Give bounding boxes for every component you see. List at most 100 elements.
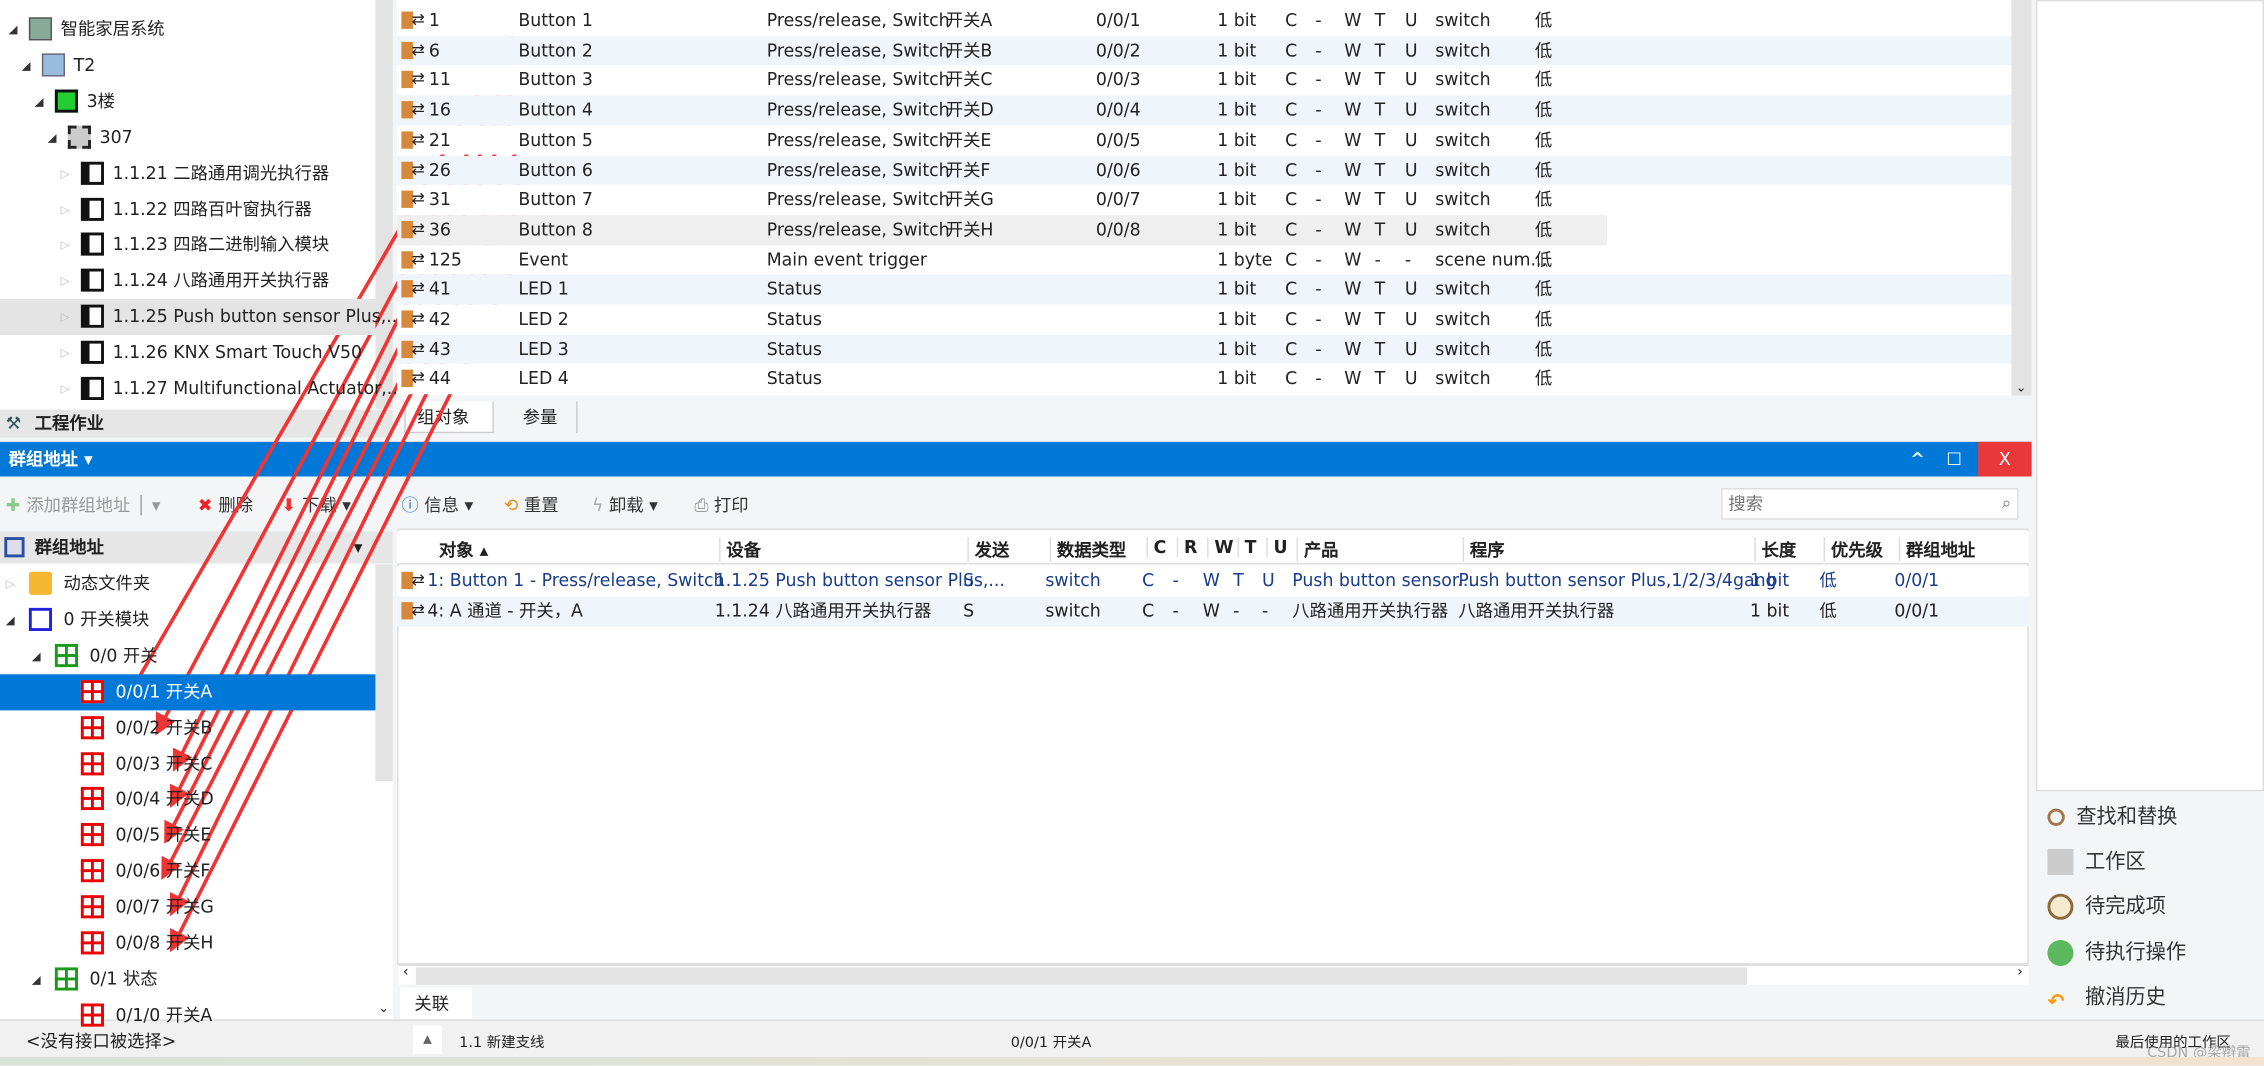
group-item[interactable]: 0/0/4 开关D <box>0 782 375 818</box>
object-cell: 6 <box>428 39 440 61</box>
column-header[interactable]: T <box>1237 537 1256 558</box>
object-cell: 36 <box>428 219 451 240</box>
object-cell: - <box>1315 39 1322 61</box>
object-cell: Main event trigger <box>766 249 927 270</box>
column-header[interactable]: 优先级 <box>1823 537 1883 562</box>
object-cell: - <box>1315 368 1322 389</box>
object-cell: C <box>1285 99 1298 120</box>
column-header[interactable]: R <box>1176 537 1197 558</box>
expanded-icon[interactable]: ◢ <box>6 602 15 638</box>
topology-item[interactable]: ▷ 1.1.26 KNX Smart Touch V50 <box>0 335 375 371</box>
object-cell: 42 <box>428 308 451 330</box>
links-header: 对象 ▴ 设备 发送 数据类型 C R W T U 产品 程序 长度 优先级 群组地址 <box>397 531 2029 565</box>
topology-item[interactable]: ▷ 1.1.24 八路通用开关执行器 <box>0 263 375 299</box>
collapsed-icon[interactable]: ▷ <box>61 263 70 299</box>
object-cell: W <box>1344 279 1362 300</box>
link-row[interactable]: 1: Button 1 - Press/release, Switch1.1.2… <box>397 566 2029 596</box>
object-cell: switch <box>1435 99 1491 120</box>
collapsed-icon[interactable]: ▷ <box>61 299 70 335</box>
object-cell: - <box>1315 10 1322 31</box>
object-cell: Status <box>766 368 822 389</box>
group-item[interactable]: ◢ 0/0 开关 <box>0 638 375 674</box>
group-item[interactable]: ◢ 0/1 状态 <box>0 961 375 997</box>
group-object-icon <box>401 6 425 36</box>
link-cell: 1.1.25 Push button sensor Plus,... <box>714 570 1005 591</box>
topology-item[interactable]: ◢ 智能家居系统 <box>0 12 375 48</box>
collapsed-icon[interactable]: ▷ <box>61 191 70 227</box>
column-header[interactable]: 发送 <box>967 537 1009 562</box>
link-cell: Push button sensor Plus,1/2/3/4gang <box>1458 570 1777 591</box>
expanded-icon[interactable]: ◢ <box>32 961 41 997</box>
column-header[interactable]: 程序 <box>1462 537 1505 562</box>
group-item[interactable]: ◢ 0 开关模块 <box>0 602 375 638</box>
group-item[interactable]: 0/0/2 开关B <box>0 710 375 746</box>
object-row[interactable]: 36 Button 8 Press/release, Switch开关H 0/0/8 1… <box>397 214 1608 245</box>
topology-item[interactable]: ▷ 1.1.23 四路二进制输入模块 <box>0 227 375 263</box>
link-row[interactable]: 4: A 通道 - 开关，A1.1.24 八路通用开关执行器SswitchC-W… <box>397 596 2029 626</box>
column-header[interactable]: 长度 <box>1754 537 1796 562</box>
object-row[interactable]: 42 LED 2 Status 1 bit C-WTUswitch 低 <box>397 304 2012 335</box>
expanded-icon[interactable]: ◢ <box>48 119 57 155</box>
column-header[interactable]: C <box>1146 537 1166 558</box>
group-item[interactable]: 0/0/6 开关F <box>0 854 375 890</box>
group-item[interactable]: 0/0/7 开关G <box>0 890 375 926</box>
topology-item[interactable]: ▷ 1.1.21 二路通用调光执行器 <box>0 155 375 191</box>
column-header[interactable]: 数据类型 <box>1049 537 1126 562</box>
topology-item-label: 1.1.25 Push button sensor Plus,... <box>112 306 403 327</box>
column-header[interactable]: 对象 ▴ <box>433 537 488 562</box>
group-item[interactable]: 0/0/5 开关E <box>0 818 375 854</box>
object-cell: Status <box>766 279 822 300</box>
expanded-icon[interactable]: ◢ <box>32 638 41 674</box>
object-row[interactable]: 31 Button 7 Press/release, Switch开关G 0/0/7 1… <box>397 185 2012 215</box>
collapsed-icon[interactable]: ▷ <box>61 227 70 263</box>
expanded-icon[interactable]: ◢ <box>22 47 31 83</box>
topology-item[interactable]: ◢ 3楼 <box>0 83 375 119</box>
group-item[interactable]: 0/1/0 开关A <box>0 997 375 1033</box>
group-item[interactable]: 0/0/8 开关H <box>0 926 375 962</box>
expanded-icon[interactable]: ◢ <box>9 12 18 48</box>
collapsed-icon[interactable]: ▷ <box>61 335 70 371</box>
column-header[interactable]: W <box>1207 537 1233 558</box>
object-row[interactable]: 16 Button 4 Press/release, Switch开关D 0/0/4 1… <box>397 95 2012 125</box>
link-cell: 1: Button 1 - Press/release, Switch <box>427 570 725 591</box>
object-row[interactable]: 44 LED 4 Status 1 bit C- WTUswitch 低 <box>397 364 2012 394</box>
group-item[interactable]: ▷ 动态文件夹 <box>0 566 375 602</box>
object-cell: T <box>1374 279 1386 300</box>
object-cell: Button 1 <box>518 10 593 31</box>
object-cell: 低 <box>1534 129 1553 150</box>
column-header[interactable]: 产品 <box>1296 537 1339 562</box>
object-cell: 1 bit <box>1217 338 1257 360</box>
object-cell: - <box>1374 249 1381 270</box>
collapsed-icon[interactable]: ▷ <box>6 566 15 602</box>
topology-item[interactable]: ▷ 1.1.22 四路百叶窗执行器 <box>0 191 375 227</box>
object-row[interactable]: 43 LED 3 Status 1 bit C-WTUswitch 低 <box>397 334 2012 364</box>
object-row[interactable]: 125EventMain event trigger1 byteC-W--sce… <box>397 245 2012 275</box>
object-cell: 1 bit <box>1217 39 1257 61</box>
group-item-selected[interactable]: 0/0/1 开关A <box>0 673 376 710</box>
object-cell: LED 3 <box>518 338 569 360</box>
column-header[interactable]: 群组地址 <box>1898 537 1975 562</box>
group-item-label: 0 开关模块 <box>63 609 150 630</box>
object-row[interactable]: 41 LED 1 Status 1 bit C- WTUswitch 低 <box>397 274 2012 305</box>
object-row[interactable]: 21 Button 5 Press/release, Switch开关E 0/0/5 1… <box>397 125 2012 155</box>
object-row[interactable]: 11 Button 3 Press/release, Switch开关C 0/0/3 1… <box>397 65 2012 95</box>
group-object-icon <box>401 215 425 245</box>
group-item[interactable]: 0/0/3 开关C <box>0 746 375 782</box>
collapsed-icon[interactable]: ▷ <box>61 155 70 191</box>
collapsed-icon[interactable]: ▷ <box>61 371 70 407</box>
object-cell: - <box>1315 69 1322 91</box>
topology-item[interactable]: ◢ T2 <box>0 47 375 83</box>
object-cell: switch <box>1435 10 1491 31</box>
topology-item[interactable]: ◢ 307 <box>0 119 375 155</box>
object-row[interactable]: 26 Button 6 Press/release, Switch开关F 0/0/6 1… <box>397 155 2012 185</box>
column-header[interactable]: U <box>1266 537 1288 558</box>
expanded-icon[interactable]: ◢ <box>35 83 44 119</box>
object-cell: 低 <box>1534 338 1553 360</box>
object-cell: T <box>1374 189 1386 210</box>
topology-item[interactable]: ▷ 1.1.25 Push button sensor Plus,... <box>0 299 403 336</box>
column-header[interactable]: 设备 <box>719 537 761 562</box>
object-row[interactable]: 1 Button 1 Press/release, Switch开关A 0/0/1 1 … <box>397 6 2012 36</box>
object-cell: 0/0/4 <box>1095 99 1141 120</box>
topology-item[interactable]: ▷ 1.1.27 Multifunctional Actuator,... <box>0 371 403 407</box>
object-row[interactable]: 6 Button 2 Press/release, Switch开关B 0/0/2 1 … <box>397 35 2012 66</box>
